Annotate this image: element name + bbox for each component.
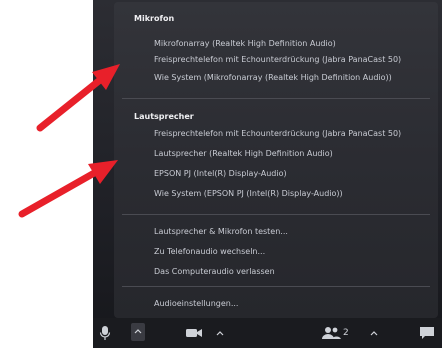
option-label: Das Computeraudio verlassen [154, 267, 275, 276]
divider [122, 214, 430, 215]
speaker-option-realtek[interactable]: Lautsprecher (Realtek High Definition Au… [154, 146, 434, 162]
participants-icon[interactable] [321, 325, 341, 341]
option-label: EPSON PJ (Intel(R) Display-Audio) [154, 169, 287, 178]
video-camera-icon[interactable] [185, 325, 203, 341]
speaker-option-epson[interactable]: EPSON PJ (Intel(R) Display-Audio) [154, 166, 434, 182]
participants-options-caret[interactable] [369, 325, 379, 341]
option-label: Freisprechtelefon mit Echounterdrückung … [154, 55, 402, 64]
option-label: Zu Telefonaudio wechseln... [154, 247, 266, 256]
option-label: Freisprechtelefon mit Echounterdrückung … [154, 129, 402, 138]
switch-to-phone-audio-button[interactable]: Zu Telefonaudio wechseln... [154, 244, 434, 260]
divider [122, 286, 430, 287]
meeting-toolbar: 2 [93, 318, 442, 348]
test-speaker-mic-button[interactable]: Lautsprecher & Mikrofon testen... [154, 224, 434, 240]
option-label: Audioeinstellungen... [154, 299, 239, 308]
mic-option-jabra[interactable]: ✓ Freisprechtelefon mit Echounterdrückun… [154, 52, 434, 68]
mic-option-realtek-array[interactable]: Mikrofonarray (Realtek High Definition A… [154, 36, 434, 52]
speaker-option-same-as-system[interactable]: Wie System (EPSON PJ (Intel(R) Display-A… [154, 186, 434, 202]
option-label: Wie System (Mikrofonarray (Realtek High … [154, 73, 392, 82]
microphone-icon[interactable] [99, 325, 111, 341]
video-options-caret[interactable] [215, 325, 225, 341]
chat-icon[interactable] [419, 325, 435, 341]
option-label: Mikrofonarray (Realtek High Definition A… [154, 39, 336, 48]
mic-option-same-as-system[interactable]: Wie System (Mikrofonarray (Realtek High … [154, 70, 434, 86]
audio-settings-button[interactable]: Audioeinstellungen... [154, 296, 434, 312]
audio-options-caret[interactable] [131, 323, 145, 341]
option-label: Lautsprecher & Mikrofon testen... [154, 227, 288, 236]
participants-count: 2 [343, 328, 349, 338]
audio-menu: Mikrofon Mikrofonarray (Realtek High Def… [114, 2, 438, 318]
leave-computer-audio-button[interactable]: Das Computeraudio verlassen [154, 264, 434, 280]
speaker-option-jabra[interactable]: ✓ Freisprechtelefon mit Echounterdrückun… [154, 126, 434, 142]
speaker-section-title: Lautsprecher [134, 112, 194, 121]
option-label: Lautsprecher (Realtek High Definition Au… [154, 149, 333, 158]
microphone-section-title: Mikrofon [134, 14, 175, 23]
divider [122, 98, 430, 99]
option-label: Wie System (EPSON PJ (Intel(R) Display-A… [154, 189, 343, 198]
